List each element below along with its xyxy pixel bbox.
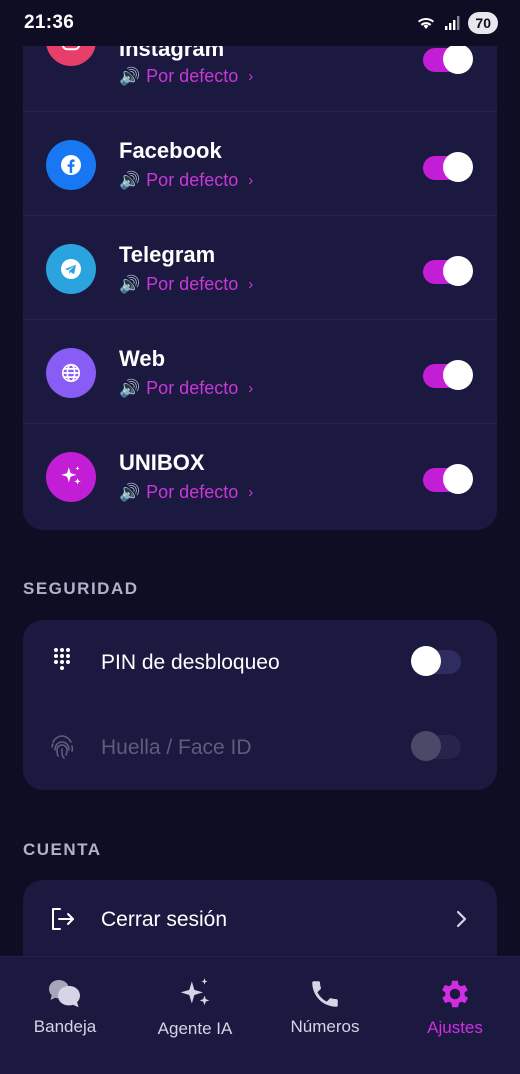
tab-ajustes[interactable]: Ajustes [390,957,520,1057]
pin-row[interactable]: PIN de desbloqueo [23,620,497,705]
logout-icon [52,908,74,930]
speaker-icon: 🔊 [119,378,141,398]
app-sound-link[interactable]: 🔊 Por defecto › [119,274,253,295]
app-sound-link[interactable]: 🔊 Por defecto › [119,378,253,399]
keypad-icon [54,648,70,670]
tab-label: Agente IA [157,1019,233,1038]
sparkles-icon [46,452,96,502]
app-row-facebook[interactable]: Facebook 🔊 Por defecto › [23,112,497,216]
logout-label: Cerrar sesión [101,908,228,931]
app-name: Facebook [119,138,222,163]
wifi-icon [418,17,435,29]
app-name: Telegram [119,242,216,267]
tab-label: Bandeja [33,1017,97,1036]
app-toggle-web[interactable] [423,360,473,390]
chevron-right-icon: › [248,68,254,85]
globe-icon [46,348,96,398]
speaker-icon: 🔊 [119,66,141,86]
account-card: Cerrar sesión [23,880,497,956]
battery-indicator: 70 [468,12,498,34]
app-toggle-unibox[interactable] [423,464,473,494]
status-bar: 21:36 70 [0,0,520,46]
app-sound-label: Por defecto [146,170,239,190]
chat-bubbles-icon [49,980,80,1008]
bottom-tab-bar: Bandeja Agente IA Números Ajustes [0,956,520,1074]
sparkles-icon [180,978,210,1006]
phone-icon [312,981,338,1007]
app-sound-link[interactable]: 🔊 Por defecto › [119,170,253,191]
tab-numeros[interactable]: Números [260,957,390,1057]
security-card: PIN de desbloqueo Huella / Face ID [23,620,497,790]
chevron-right-icon: › [248,380,254,397]
app-sound-label: Por defecto [146,482,239,502]
speaker-icon: 🔊 [119,170,141,190]
fingerprint-icon [51,735,74,759]
chevron-right-icon [456,910,467,928]
chevron-right-icon: › [248,172,254,189]
chevron-right-icon: › [248,484,254,501]
status-time: 21:36 [24,12,75,33]
tab-label: Números [290,1017,360,1036]
section-title-security: SEGURIDAD [23,579,139,598]
pin-toggle[interactable] [411,646,461,676]
biometric-label: Huella / Face ID [101,736,252,759]
app-sound-label: Por defecto [146,66,239,86]
app-toggle-telegram[interactable] [423,256,473,286]
speaker-icon: 🔊 [119,482,141,502]
app-sound-label: Por defecto [146,378,239,398]
biometric-row: Huella / Face ID [23,705,497,790]
app-sound-link[interactable]: 🔊 Por defecto › [119,66,253,87]
app-sound-link[interactable]: 🔊 Por defecto › [119,482,253,503]
tab-agente-ia[interactable]: Agente IA [130,957,260,1057]
section-title-account: CUENTA [23,840,102,859]
pin-label: PIN de desbloqueo [101,651,280,674]
tab-label: Ajustes [427,1018,483,1037]
facebook-icon [46,140,96,190]
app-sound-label: Por defecto [146,274,239,294]
status-icons: 70 [416,12,498,34]
signal-icon [445,16,460,30]
app-name: UNIBOX [119,450,205,475]
app-name: Web [119,346,166,371]
tab-bandeja[interactable]: Bandeja [0,957,130,1057]
telegram-icon [46,244,96,294]
app-row-telegram[interactable]: Telegram 🔊 Por defecto › [23,216,497,320]
biometric-toggle [411,731,461,761]
settings-scroll-area[interactable]: Instagram 🔊 Por defecto › Facebook 🔊 Por… [0,0,520,956]
app-toggle-facebook[interactable] [423,152,473,182]
app-row-web[interactable]: Web 🔊 Por defecto › [23,320,497,424]
app-toggle-instagram[interactable] [423,44,473,74]
app-row-unibox[interactable]: UNIBOX 🔊 Por defecto › [23,424,497,528]
logout-row[interactable]: Cerrar sesión [23,880,497,956]
app-notifications-card: Instagram 🔊 Por defecto › Facebook 🔊 Por… [23,8,497,530]
gear-icon [442,980,469,1008]
speaker-icon: 🔊 [119,274,141,294]
chevron-right-icon: › [248,276,254,293]
